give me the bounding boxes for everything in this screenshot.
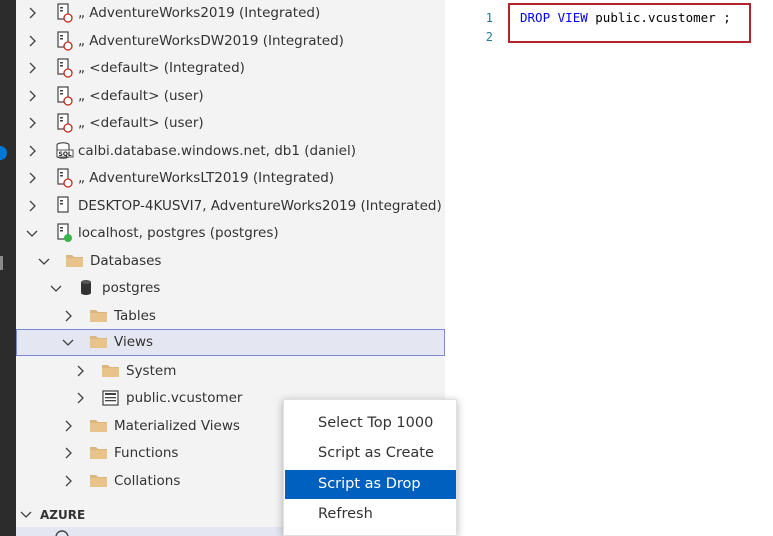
- chevron-right-icon[interactable]: [26, 172, 38, 184]
- tree-item-label: calbi.database.windows.net, db1 (daniel): [78, 142, 356, 159]
- chevron-right-icon[interactable]: [74, 392, 86, 404]
- line-number: 2: [485, 30, 493, 44]
- tree-item-server[interactable]: „ AdventureWorks2019 (Integrated): [16, 0, 445, 27]
- azure-section-label: AZURE: [40, 508, 86, 522]
- server-disconnected-icon: [57, 30, 73, 51]
- tree-item-label: Collations: [114, 472, 181, 489]
- account-icon: [55, 530, 69, 536]
- chevron-down-icon[interactable]: [26, 227, 38, 239]
- tree-item-label: „ <default> (user): [78, 87, 204, 104]
- activity-marker: [0, 256, 3, 270]
- tree-item-label: „ <default> (user): [78, 115, 204, 131]
- server-connected-icon: [57, 223, 72, 242]
- chevron-down-icon[interactable]: [50, 282, 62, 294]
- tree-item-label: Materialized Views: [114, 417, 240, 434]
- chevron-down-icon[interactable]: [38, 255, 50, 267]
- tree-item-label: „ <default> (Integrated): [78, 60, 245, 76]
- view-icon: [102, 390, 119, 406]
- tree-item-server[interactable]: localhost, postgres (postgres): [16, 220, 445, 247]
- chevron-right-icon[interactable]: [62, 309, 74, 322]
- folder-icon: [102, 364, 119, 377]
- folder-icon: [66, 254, 83, 267]
- tree-item-label: Views: [114, 334, 154, 350]
- tree-item-databases[interactable]: Databases: [16, 248, 445, 275]
- tree-item-views[interactable]: Views: [16, 329, 445, 356]
- tree-item-server[interactable]: DESKTOP-4KUSVI7, AdventureWorks2019 (Int…: [16, 193, 445, 220]
- chevron-right-icon[interactable]: [74, 364, 86, 377]
- server-icon: [57, 195, 69, 213]
- folder-icon: [90, 419, 107, 432]
- tree-item-server[interactable]: „ <default> (user): [16, 83, 445, 110]
- menu-item-script-drop[interactable]: Script as Drop: [285, 470, 456, 499]
- folder-icon: [90, 309, 107, 322]
- chevron-right-icon[interactable]: [26, 144, 38, 157]
- chevron-right-icon[interactable]: [26, 199, 38, 212]
- line-number: 1: [485, 11, 493, 25]
- tree-item-system[interactable]: System: [16, 358, 445, 385]
- tree-item-server[interactable]: „ <default> (user): [16, 110, 445, 137]
- chevron-right-icon[interactable]: [26, 117, 38, 129]
- tree-item-label: DESKTOP-4KUSVI7, AdventureWorks2019 (Int…: [78, 197, 442, 214]
- context-menu: Select Top 1000 Script as Create Script …: [283, 399, 457, 536]
- tree-item-label: public.vcustomer: [126, 390, 243, 406]
- tree-item-tables[interactable]: Tables: [16, 303, 445, 330]
- menu-item-refresh[interactable]: Refresh: [285, 500, 456, 529]
- folder-icon: [90, 474, 107, 487]
- server-disconnected-icon: [57, 168, 73, 188]
- tree-item-label: „ AdventureWorksLT2019 (Integrated): [78, 170, 335, 186]
- server-disconnected-icon: [57, 113, 73, 133]
- activity-bar: [0, 0, 16, 536]
- chevron-right-icon[interactable]: [26, 34, 38, 47]
- chevron-right-icon[interactable]: [62, 474, 74, 487]
- tree-item-label: „ AdventureWorksDW2019 (Integrated): [78, 32, 344, 49]
- server-disconnected-icon: [57, 3, 73, 23]
- sql-database-icon: [56, 141, 74, 159]
- server-disconnected-icon: [57, 58, 73, 78]
- tree-item-label: System: [126, 362, 177, 379]
- tree-item-label: Tables: [114, 307, 156, 324]
- chevron-right-icon[interactable]: [62, 419, 74, 432]
- folder-icon: [90, 336, 107, 348]
- chevron-right-icon[interactable]: [62, 447, 74, 459]
- tree-item-label: Databases: [90, 252, 162, 269]
- tree-item-server[interactable]: calbi.database.windows.net, db1 (daniel): [16, 138, 445, 165]
- highlight-box: [508, 3, 751, 43]
- tree-item-database[interactable]: postgres: [16, 275, 445, 302]
- tree-item-server[interactable]: „ AdventureWorksLT2019 (Integrated): [16, 165, 445, 192]
- tree-item-label: Functions: [114, 445, 179, 461]
- chevron-right-icon[interactable]: [26, 7, 38, 19]
- server-disconnected-icon: [57, 85, 73, 106]
- notification-indicator: [0, 146, 7, 160]
- chevron-down-icon[interactable]: [20, 508, 32, 520]
- chevron-down-icon[interactable]: [62, 336, 74, 348]
- folder-icon: [90, 447, 107, 459]
- menu-item-script-create[interactable]: Script as Create: [285, 439, 456, 468]
- tree-item-label: „ AdventureWorks2019 (Integrated): [78, 5, 321, 21]
- chevron-right-icon[interactable]: [26, 62, 38, 74]
- tree-item-label: localhost, postgres (postgres): [78, 225, 279, 241]
- tree-item-label: postgres: [102, 280, 161, 296]
- tree-item-server[interactable]: „ <default> (Integrated): [16, 55, 445, 82]
- chevron-right-icon[interactable]: [26, 89, 38, 102]
- menu-item-select-top[interactable]: Select Top 1000: [285, 409, 456, 438]
- query-editor[interactable]: 1 2 DROP VIEW public.vcustomer ;: [445, 0, 773, 536]
- database-icon: [81, 280, 91, 295]
- tree-item-server[interactable]: „ AdventureWorksDW2019 (Integrated): [16, 28, 445, 55]
